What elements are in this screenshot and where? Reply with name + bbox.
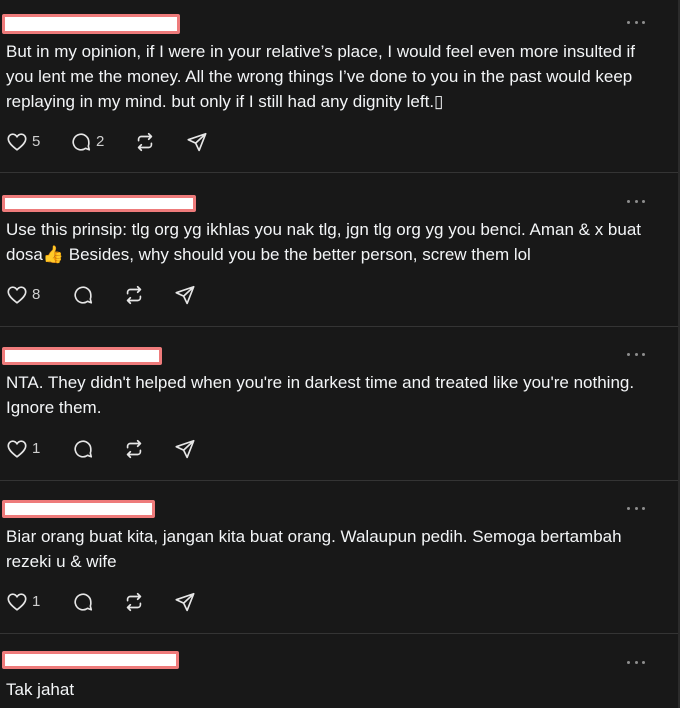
comment-icon [72,133,91,151]
like-count: 8 [32,286,41,303]
more-options-button[interactable] [627,349,645,359]
repost-button[interactable] [123,284,145,306]
heart-icon [7,286,27,304]
post-text: Tak jahat [6,680,75,699]
reply-button[interactable]: 2 [70,131,104,153]
comment-icon [74,593,93,611]
reply-post: Tak jahat [0,634,678,708]
reply-button[interactable] [72,438,94,460]
post-text: NTA. They didn't helped when you're in d… [6,373,639,417]
repost-icon [126,592,142,612]
heart-icon [7,593,27,611]
repost-button[interactable] [123,591,145,613]
share-button[interactable] [174,438,196,460]
reply-post: NTA. They didn't helped when you're in d… [0,327,678,480]
heart-icon [7,440,27,458]
more-options-button[interactable] [627,196,645,206]
redacted-username [2,195,196,212]
post-text: Use this prinsip: tlg org yg ikhlas you … [6,220,646,264]
repost-button[interactable] [134,131,156,153]
comment-icon [74,286,93,304]
like-count: 5 [32,133,41,150]
like-button[interactable]: 8 [6,284,40,306]
share-button[interactable] [174,284,196,306]
like-count: 1 [32,440,41,457]
repost-icon [126,439,142,459]
comment-icon [74,440,93,458]
send-icon [175,285,195,305]
redacted-username [2,347,162,365]
more-options-button[interactable] [627,17,645,27]
more-options-button[interactable] [627,503,645,513]
send-icon [175,592,195,612]
repost-icon [126,285,142,305]
like-button[interactable]: 5 [6,131,40,153]
send-icon [175,439,195,459]
like-button[interactable]: 1 [6,591,40,613]
reply-count: 2 [96,133,105,150]
like-count: 1 [32,593,41,610]
redacted-username [2,651,179,669]
heart-icon [7,133,27,151]
repost-icon [137,132,153,152]
share-button[interactable] [186,131,208,153]
post-text: Biar orang buat kita, jangan kita buat o… [6,527,627,571]
more-options-button[interactable] [627,657,645,667]
redacted-username [2,14,180,34]
reply-button[interactable] [72,591,94,613]
replies-feed: But in my opinion, if I were in your rel… [0,0,680,708]
send-icon [187,132,207,152]
reply-post: Use this prinsip: tlg org yg ikhlas you … [0,173,678,326]
share-button[interactable] [174,591,196,613]
post-text: But in my opinion, if I were in your rel… [6,42,640,111]
reply-button[interactable] [72,284,94,306]
reply-post: Biar orang buat kita, jangan kita buat o… [0,481,678,633]
reply-post: But in my opinion, if I were in your rel… [0,0,678,172]
like-button[interactable]: 1 [6,438,40,460]
repost-button[interactable] [123,438,145,460]
redacted-username [2,500,155,518]
